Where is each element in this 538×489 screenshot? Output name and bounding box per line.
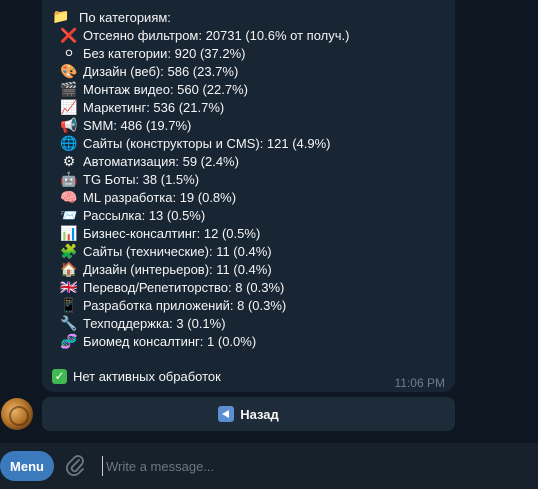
status-text: Нет активных обработок	[73, 369, 221, 384]
category-label: Сайты (конструкторы и CMS): 121 (4.9%)	[83, 136, 331, 151]
status-line: ✓ Нет активных обработок	[52, 369, 221, 384]
white-circle-icon: ⚪	[63, 46, 75, 62]
category-item: 🧬 Биомед консалтинг: 1 (0.0%)	[60, 333, 349, 351]
back-button-label: Назад	[240, 406, 279, 422]
category-item: 🤖 TG Боты: 38 (1.5%)	[60, 171, 349, 189]
category-label: Перевод/Репетиторство: 8 (0.3%)	[83, 280, 285, 295]
brain-icon: 🧠	[60, 190, 78, 206]
category-label: Биомед консалтинг: 1 (0.0%)	[83, 334, 257, 349]
bot-message-bubble: 📁 По категориям: ❌ Отсеяно фильтром: 2073…	[42, 0, 455, 392]
category-label: Дизайн (интерьеров): 11 (0.4%)	[83, 262, 272, 277]
wrench-icon: 🔧	[60, 316, 78, 332]
category-label: Маркетинг: 536 (21.7%)	[83, 100, 225, 115]
category-label: Техподдержка: 3 (0.1%)	[83, 316, 226, 331]
message-time: 11:06 PM	[394, 376, 445, 390]
palette-icon: 🎨	[60, 64, 78, 80]
category-item: ⚪ Без категории: 920 (37.2%)	[60, 45, 349, 63]
category-item: 🎬 Монтаж видео: 560 (22.7%)	[60, 81, 349, 99]
category-label: Отсеяно фильтром: 20731 (10.6% от получ.…	[83, 28, 350, 43]
category-label: Без категории: 920 (37.2%)	[83, 46, 246, 61]
message-composer: Menu	[0, 443, 538, 489]
category-label: Дизайн (веб): 586 (23.7%)	[83, 64, 239, 79]
category-item: 🧠 ML разработка: 19 (0.8%)	[60, 189, 349, 207]
dna-icon: 🧬	[60, 334, 78, 350]
robot-icon: 🤖	[60, 172, 78, 188]
category-list: ❌ Отсеяно фильтром: 20731 (10.6% от получ…	[60, 27, 349, 351]
gear-icon: ⚙	[62, 154, 76, 170]
category-item: 📈 Маркетинг: 536 (21.7%)	[60, 99, 349, 117]
category-item: 📢 SMM: 486 (19.7%)	[60, 117, 349, 135]
check-mark-icon: ✓	[52, 369, 67, 384]
uk-flag-icon: 🇬🇧	[60, 280, 78, 296]
back-arrow-icon	[218, 406, 235, 422]
category-label: Рассылка: 13 (0.5%)	[83, 208, 206, 223]
category-label: Бизнес-консалтинг: 12 (0.5%)	[83, 226, 261, 241]
clapper-icon: 🎬	[60, 82, 78, 98]
mobile-phone-icon: 📱	[60, 298, 78, 314]
category-item: 🔧 Техподдержка: 3 (0.1%)	[60, 315, 349, 333]
category-item: 📊 Бизнес-консалтинг: 12 (0.5%)	[60, 225, 349, 243]
categories-header-label: По категориям:	[79, 9, 171, 25]
category-item: 🧩 Сайты (технические): 11 (0.4%)	[60, 243, 349, 261]
chart-up-icon: 📈	[60, 100, 78, 116]
category-label: Сайты (технические): 11 (0.4%)	[83, 244, 272, 259]
globe-icon: 🌐	[60, 136, 78, 152]
categories-header: 📁 По категориям:	[52, 9, 171, 25]
category-item: 📨 Рассылка: 13 (0.5%)	[60, 207, 349, 225]
category-item: 📱 Разработка приложений: 8 (0.3%)	[60, 297, 349, 315]
back-button[interactable]: Назад	[42, 397, 455, 431]
category-label: Монтаж видео: 560 (22.7%)	[83, 82, 248, 97]
category-item: 🌐 Сайты (конструкторы и CMS): 121 (4.9%)	[60, 135, 349, 153]
category-item: ⚙ Автоматизация: 59 (2.4%)	[60, 153, 349, 171]
category-label: TG Боты: 38 (1.5%)	[83, 172, 200, 187]
message-input[interactable]	[102, 456, 526, 476]
paperclip-icon[interactable]	[66, 454, 86, 478]
megaphone-icon: 📢	[60, 118, 78, 134]
bar-chart-icon: 📊	[60, 226, 78, 242]
category-item: 🎨 Дизайн (веб): 586 (23.7%)	[60, 63, 349, 81]
house-icon: 🏠	[60, 262, 78, 278]
avatar[interactable]	[1, 398, 33, 430]
category-item: ❌ Отсеяно фильтром: 20731 (10.6% от получ…	[60, 27, 349, 45]
category-item: 🏠 Дизайн (интерьеров): 11 (0.4%)	[60, 261, 349, 279]
category-label: Автоматизация: 59 (2.4%)	[83, 154, 239, 169]
category-item: 🇬🇧 Перевод/Репетиторство: 8 (0.3%)	[60, 279, 349, 297]
cross-mark-icon: ❌	[60, 28, 78, 44]
folder-icon: 📁	[52, 9, 70, 25]
menu-button[interactable]: Menu	[0, 451, 54, 481]
puzzle-icon: 🧩	[60, 244, 78, 260]
category-label: Разработка приложений: 8 (0.3%)	[83, 298, 287, 313]
category-label: SMM: 486 (19.7%)	[83, 118, 192, 133]
envelope-icon: 📨	[60, 208, 78, 224]
chat-area: 📁 По категориям: ❌ Отсеяно фильтром: 2073…	[0, 0, 538, 443]
category-label: ML разработка: 19 (0.8%)	[83, 190, 237, 205]
